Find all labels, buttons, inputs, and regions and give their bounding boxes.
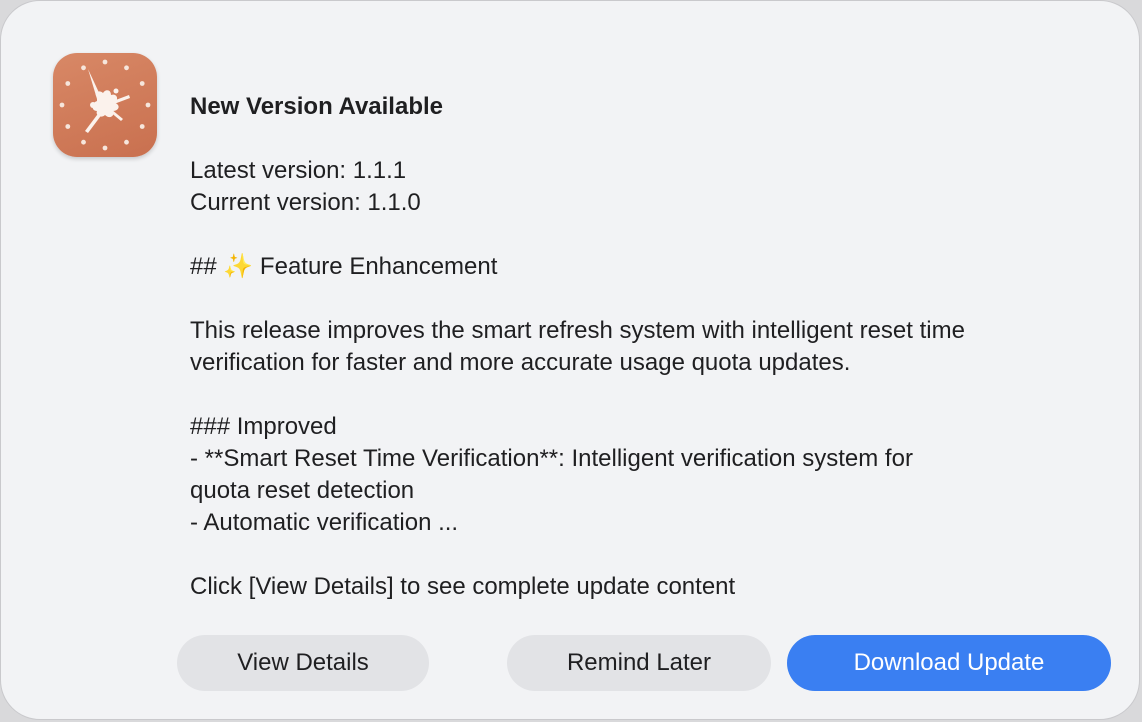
feature-heading-prefix: ## bbox=[190, 253, 224, 280]
sparkles-icon: ✨ bbox=[223, 253, 254, 280]
update-dialog: New Version Available Latest version: 1.… bbox=[0, 0, 1140, 720]
feature-heading-text: Feature Enhancement bbox=[253, 253, 498, 280]
footer-hint: Click [View Details] to see complete upd… bbox=[190, 573, 736, 600]
download-update-button[interactable]: Download Update bbox=[787, 635, 1111, 691]
dialog-title: New Version Available bbox=[190, 93, 443, 120]
improved-heading: ### Improved bbox=[190, 413, 337, 440]
view-details-button[interactable]: View Details bbox=[177, 635, 429, 691]
bullet-line: - Automatic verification ... bbox=[190, 509, 459, 536]
feature-heading: ## ✨ Feature Enhancement bbox=[190, 251, 1090, 283]
current-version-text: Current version: 1.1.0 bbox=[190, 189, 421, 216]
app-icon bbox=[53, 53, 157, 157]
description-line: This release improves the smart refresh … bbox=[190, 317, 965, 344]
latest-version-text: Latest version: 1.1.1 bbox=[190, 157, 407, 184]
description-line: verification for faster and more accurat… bbox=[190, 349, 851, 376]
update-notes: Latest version: 1.1.1 Current version: 1… bbox=[190, 155, 1090, 603]
remind-later-button[interactable]: Remind Later bbox=[507, 635, 771, 691]
bullet-line: - **Smart Reset Time Verification**: Int… bbox=[190, 445, 913, 472]
bullet-line: quota reset detection bbox=[190, 477, 415, 504]
